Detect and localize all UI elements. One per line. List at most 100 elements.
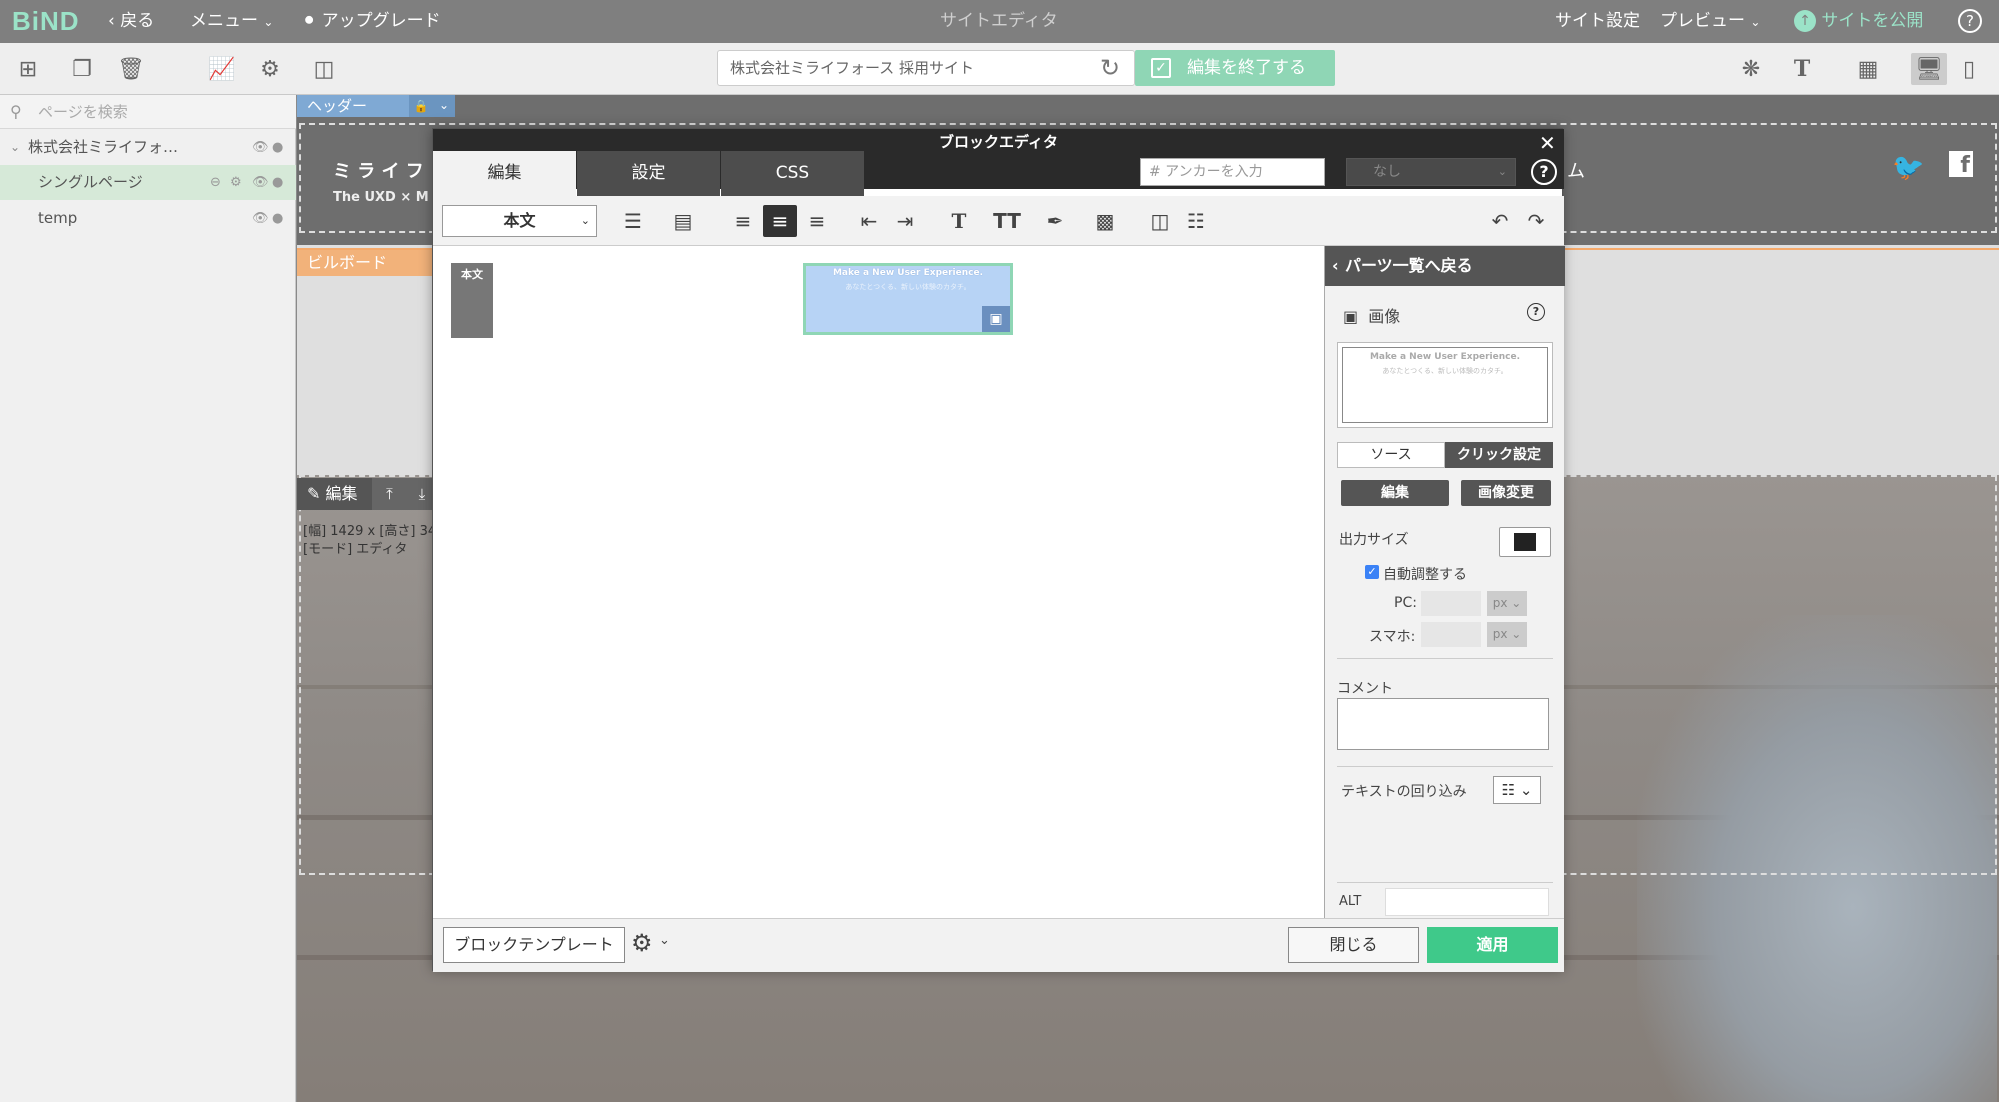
help-button[interactable]: ?	[1958, 0, 1982, 43]
chevron-down-icon[interactable]: ⌄	[433, 95, 455, 117]
auto-adjust-checkbox[interactable]: ✓	[1365, 565, 1379, 579]
apply-button[interactable]: 適用	[1427, 927, 1558, 963]
header-label[interactable]: ヘッダー	[297, 95, 427, 117]
column-icon: ◫	[1150, 209, 1170, 233]
font-button[interactable]: T	[1786, 53, 1818, 85]
upgrade-button[interactable]: ⚫ アップグレード	[302, 0, 441, 43]
paragraph-style-select[interactable]: 本文 ⌄	[442, 205, 597, 237]
divider	[1337, 882, 1553, 883]
tab-settings[interactable]: 設定	[577, 151, 720, 196]
layout-icon: ▦	[1857, 56, 1879, 82]
close-button[interactable]: 閉じる	[1288, 927, 1419, 963]
bullet-list-button[interactable]: ☰	[611, 205, 655, 237]
page-search[interactable]: ⚲ ページを検索	[0, 95, 296, 129]
eye-icon[interactable]: 👁	[252, 165, 269, 200]
chevron-left-icon: ‹	[108, 11, 115, 31]
column-button[interactable]: ◫	[1145, 205, 1175, 237]
modal-header: ブロックエディタ ✕ 編集 設定 CSS # アンカーを入力 なし ⌄ ?	[433, 129, 1564, 196]
edit-image-button[interactable]: 編集	[1341, 480, 1449, 506]
image-preview-frame: Make a New User Experience. あなたとつくる、新しい体…	[1342, 347, 1548, 423]
facebook-icon[interactable]: f	[1949, 151, 1973, 178]
header-site-title: ミ ラ イ フ ォ	[333, 161, 449, 182]
move-top-icon[interactable]: ⤒	[372, 478, 407, 510]
selected-image[interactable]: Make a New User Experience. あなたとつくる、新しい体…	[803, 263, 1013, 335]
refresh-icon[interactable]: ↻	[1100, 51, 1120, 85]
outdent-button[interactable]: ⇤	[853, 205, 885, 237]
wrap-icon: ☷	[1501, 781, 1516, 799]
align-left-button[interactable]: ≡	[727, 205, 759, 237]
help-icon[interactable]: ?	[1527, 303, 1545, 321]
undo-button[interactable]: ↶	[1485, 205, 1515, 237]
toggle-panel-button[interactable]: ◫	[308, 53, 340, 85]
site-settings-button[interactable]: サイト設定	[1555, 0, 1640, 43]
anchor-select[interactable]: なし ⌄	[1346, 158, 1516, 186]
tab-edit[interactable]: 編集	[433, 151, 576, 196]
twitter-icon[interactable]: 🐦	[1892, 153, 1924, 183]
font-icon: T	[1793, 56, 1811, 82]
site-name-field[interactable]: 株式会社ミライフォース 採用サイト ↻	[717, 50, 1135, 86]
image-icon[interactable]: ▣	[982, 306, 1010, 332]
change-image-button[interactable]: 画像変更	[1461, 480, 1551, 506]
add-block-button[interactable]: ⊞	[12, 53, 44, 85]
delete-button[interactable]: 🗑	[115, 53, 147, 85]
back-to-parts-button[interactable]: ‹ パーツ一覧へ戻る	[1325, 246, 1565, 286]
chevron-down-icon[interactable]: ⌄	[659, 933, 670, 948]
settings-button[interactable]: ⚙	[254, 53, 286, 85]
color-picker-button[interactable]: ✒	[1033, 205, 1077, 237]
editor-content-area[interactable]: 本文 Make a New User Experience. あなたとつくる、新…	[433, 246, 1324, 918]
sp-size-input[interactable]	[1421, 622, 1481, 647]
theme-button[interactable]: ❋	[1735, 53, 1767, 85]
gear-icon[interactable]: ⚙	[230, 165, 242, 200]
anchor-input[interactable]: # アンカーを入力	[1140, 158, 1325, 186]
eye-icon[interactable]: 👁	[252, 201, 269, 236]
layout-button[interactable]: ▦	[1852, 53, 1884, 85]
image-preview[interactable]: Make a New User Experience. あなたとつくる、新しい体…	[1337, 342, 1553, 428]
text-style-button[interactable]: T	[939, 205, 979, 237]
output-size-button[interactable]	[1499, 527, 1551, 557]
tree-item-site[interactable]: ⌄ 株式会社ミライフォ… 👁 ●	[0, 130, 296, 165]
text-box-icon: ▩	[1095, 209, 1115, 233]
comment-textarea[interactable]	[1337, 698, 1549, 750]
desktop-view-button[interactable]: 🖥	[1911, 53, 1947, 85]
text-wrap-select[interactable]: ☷ ⌄	[1493, 776, 1541, 804]
pc-size-input[interactable]	[1421, 591, 1481, 616]
close-icon[interactable]: ✕	[1539, 131, 1556, 155]
tab-css[interactable]: CSS	[721, 151, 864, 196]
gear-icon[interactable]: ⚙	[631, 929, 653, 957]
desktop-icon: 🖥	[1915, 56, 1943, 82]
duplicate-button[interactable]: ❐	[66, 53, 98, 85]
page-search-input[interactable]: ページを検索	[38, 95, 128, 129]
help-icon[interactable]: ?	[1531, 159, 1557, 185]
redo-button[interactable]: ↷	[1521, 205, 1551, 237]
menu-button[interactable]: メニュー ⌄	[190, 0, 273, 43]
tree-item-single-page[interactable]: シングルページ ⊖ ⚙ 👁 ●	[0, 165, 296, 200]
text-box-button[interactable]: ▩	[1083, 205, 1127, 237]
tab-click-settings[interactable]: クリック設定	[1445, 442, 1553, 468]
block-type-tag[interactable]: 本文	[451, 263, 493, 338]
block-template-button[interactable]: ブロックテンプレート	[443, 927, 625, 963]
align-right-button[interactable]: ≡	[801, 205, 833, 237]
back-button[interactable]: ‹ 戻る	[108, 0, 154, 43]
clear-format-button[interactable]: ☷	[1181, 205, 1211, 237]
pc-unit-select[interactable]: px ⌄	[1487, 591, 1527, 616]
lock-icon[interactable]: 🔒	[409, 95, 433, 117]
chart-icon: 📈	[208, 56, 236, 82]
analytics-button[interactable]: 📈	[206, 53, 238, 85]
alt-input[interactable]	[1385, 888, 1549, 916]
modal-title: ブロックエディタ	[939, 133, 1058, 151]
tab-source[interactable]: ソース	[1337, 442, 1445, 468]
tree-item-temp[interactable]: temp 👁 ●	[0, 201, 296, 236]
finish-edit-button[interactable]: ✓ 編集を終了する	[1135, 50, 1335, 86]
text-size-button[interactable]: TT	[985, 205, 1029, 237]
eye-icon[interactable]: 👁	[252, 130, 269, 165]
minus-circle-icon[interactable]: ⊖	[210, 165, 221, 200]
block-format-button[interactable]: ▤	[661, 205, 705, 237]
align-center-button[interactable]: ≡	[763, 205, 797, 237]
publish-button[interactable]: ↑ サイトを公開	[1794, 0, 1923, 43]
preview-button[interactable]: プレビュー ⌄	[1660, 0, 1760, 43]
sp-unit-select[interactable]: px ⌄	[1487, 622, 1527, 647]
mobile-view-button[interactable]: ▯	[1953, 53, 1985, 85]
mobile-icon: ▯	[1962, 56, 1976, 82]
indent-button[interactable]: ⇥	[889, 205, 921, 237]
billboard-label[interactable]: ビルボード	[297, 250, 437, 276]
